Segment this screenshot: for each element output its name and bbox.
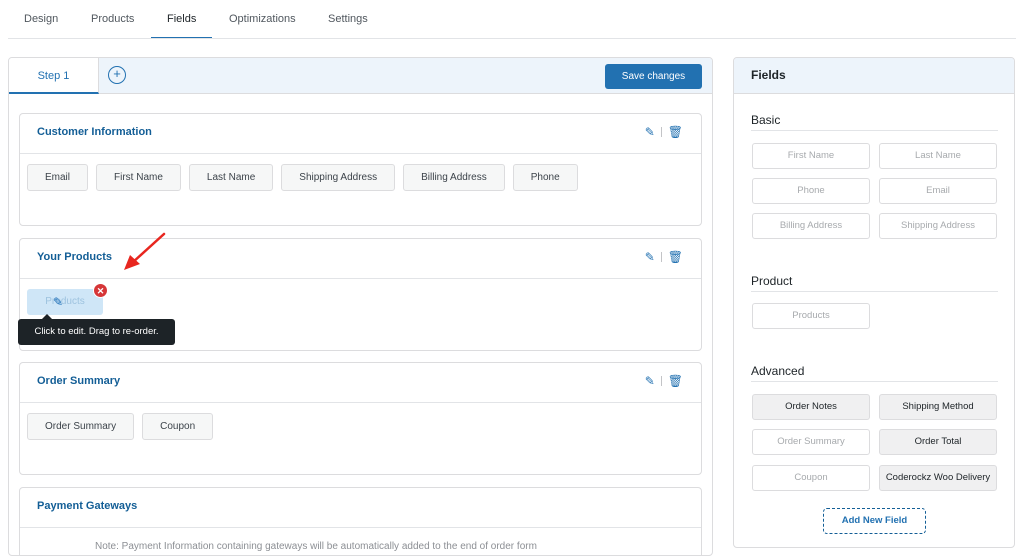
- tab-products[interactable]: Products: [75, 0, 150, 39]
- field-chip-coupon[interactable]: Coupon: [142, 413, 214, 440]
- field-button-shipping-method[interactable]: Shipping Method: [879, 394, 997, 420]
- edit-icon[interactable]: ✎: [645, 125, 655, 139]
- trash-icon[interactable]: 🗑: [668, 250, 683, 264]
- field-chip-first-name[interactable]: First Name: [96, 164, 181, 191]
- divider: [660, 252, 662, 262]
- top-navigation: Design Products Fields Optimizations Set…: [0, 0, 1024, 39]
- annotation-arrow: [124, 232, 166, 270]
- group-title-product: Product: [751, 274, 793, 288]
- tab-design[interactable]: Design: [8, 0, 74, 39]
- trash-icon[interactable]: 🗑: [668, 374, 683, 388]
- section-order-summary: Order Summary ✎ 🗑 Order Summary Coupon: [19, 362, 702, 475]
- field-button-coupon[interactable]: Coupon: [752, 465, 870, 491]
- field-chip-email[interactable]: Email: [27, 164, 89, 191]
- field-button-first-name[interactable]: First Name: [752, 143, 870, 169]
- add-new-field-button[interactable]: Add New Field: [823, 508, 926, 534]
- field-button-email[interactable]: Email: [879, 178, 997, 204]
- fields-panel: Fields Basic First Name Last Name Phone …: [733, 57, 1015, 548]
- tab-fields[interactable]: Fields: [151, 0, 213, 39]
- form-builder: Step 1 + Save changes Customer Informati…: [8, 57, 713, 556]
- section-title: Order Summary: [37, 375, 121, 387]
- field-button-coderockz-woo-delivery[interactable]: Coderockz Woo Delivery: [879, 465, 997, 491]
- field-chip-phone[interactable]: Phone: [512, 164, 578, 191]
- add-step-icon[interactable]: +: [108, 66, 126, 84]
- tab-optimizations[interactable]: Optimizations: [213, 0, 312, 39]
- trash-icon[interactable]: 🗑: [668, 125, 683, 139]
- section-header: Customer Information ✎ 🗑: [20, 114, 701, 154]
- section-header: Order Summary ✎ 🗑: [20, 363, 701, 403]
- field-button-billing-address[interactable]: Billing Address: [752, 213, 870, 239]
- divider: [660, 376, 662, 386]
- field-chip-order-summary[interactable]: Order Summary: [27, 413, 135, 440]
- payment-note: Note: Payment Information containing gat…: [95, 541, 537, 552]
- field-button-order-summary[interactable]: Order Summary: [752, 429, 870, 455]
- section-title: Payment Gateways: [37, 500, 138, 512]
- step-bar: Step 1 + Save changes: [9, 58, 712, 94]
- pencil-icon[interactable]: ✎: [53, 295, 63, 309]
- field-button-shipping-address[interactable]: Shipping Address: [879, 213, 997, 239]
- save-button[interactable]: Save changes: [605, 64, 702, 89]
- nav-divider: [8, 38, 1016, 39]
- section-customer-information: Customer Information ✎ 🗑 Email First Name…: [19, 113, 702, 226]
- group-title-advanced: Advanced: [751, 364, 805, 378]
- group-divider: [751, 381, 998, 382]
- edit-icon[interactable]: ✎: [645, 250, 655, 264]
- field-chip-products[interactable]: Products: [27, 289, 103, 315]
- step-tab[interactable]: Step 1: [9, 58, 99, 94]
- field-chip-last-name[interactable]: Last Name: [188, 164, 274, 191]
- field-chip-shipping-address[interactable]: Shipping Address: [281, 164, 396, 191]
- group-title-basic: Basic: [751, 113, 781, 127]
- field-button-products[interactable]: Products: [752, 303, 870, 329]
- remove-icon[interactable]: ✕: [93, 283, 108, 298]
- divider: [660, 127, 662, 137]
- section-title: Your Products: [37, 251, 112, 263]
- field-button-phone[interactable]: Phone: [752, 178, 870, 204]
- field-button-order-total[interactable]: Order Total: [879, 429, 997, 455]
- section-header: Payment Gateways: [20, 488, 701, 528]
- edit-icon[interactable]: ✎: [645, 374, 655, 388]
- field-button-last-name[interactable]: Last Name: [879, 143, 997, 169]
- field-chip-billing-address[interactable]: Billing Address: [403, 164, 505, 191]
- group-divider: [751, 291, 998, 292]
- field-list: Email First Name Last Name Shipping Addr…: [27, 164, 578, 191]
- tab-settings[interactable]: Settings: [312, 0, 384, 39]
- panel-title: Fields: [734, 58, 1014, 94]
- field-list: Order Summary Coupon: [27, 413, 214, 440]
- section-title: Customer Information: [37, 126, 152, 138]
- drag-tooltip: Click to edit. Drag to re-order.: [18, 314, 175, 345]
- group-divider: [751, 130, 998, 131]
- field-button-order-notes[interactable]: Order Notes: [752, 394, 870, 420]
